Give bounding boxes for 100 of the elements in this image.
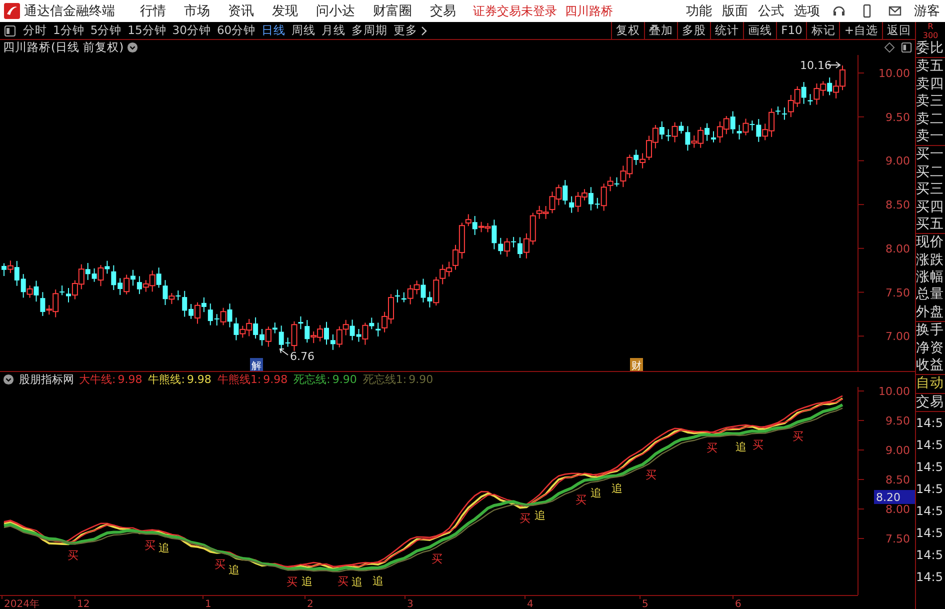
- legend-label: 死忘线:: [294, 372, 330, 387]
- time-axis-label: 3: [407, 599, 414, 609]
- toolbar-button[interactable]: F10: [776, 22, 806, 39]
- period-tab[interactable]: 月线: [322, 23, 346, 38]
- chase-signal-label: 追: [534, 509, 546, 522]
- period-tab[interactable]: 60分钟: [216, 23, 256, 38]
- quote-label: 收益: [916, 357, 945, 374]
- chevron-right-icon[interactable]: [420, 26, 427, 36]
- menu-item[interactable]: 选项: [794, 2, 820, 20]
- low-price-annotation: 6.76: [279, 348, 314, 363]
- toolbar-button[interactable]: 多股: [677, 22, 710, 39]
- chase-signal-label: 追: [736, 440, 746, 454]
- period-tab[interactable]: 5分钟: [90, 23, 122, 38]
- trade-tab[interactable]: 交易: [916, 394, 945, 412]
- indicator-axis-label: 7.50: [886, 532, 910, 546]
- quote-label: 涨跌: [916, 252, 945, 270]
- menu-item[interactable]: 财富圈: [373, 2, 412, 20]
- time-axis-label: 4: [527, 599, 534, 609]
- trade-time: 14:5: [916, 547, 944, 564]
- price-axis-label: 8.00: [886, 242, 910, 256]
- indicator-axis-label: 9.50: [886, 414, 910, 428]
- period-tab[interactable]: 分时: [23, 23, 47, 38]
- login-status[interactable]: 证券交易未登录: [473, 2, 557, 20]
- quote-label: 买二: [916, 164, 945, 182]
- more-button[interactable]: 更多: [394, 23, 418, 38]
- chase-signal-label: 追: [590, 486, 602, 500]
- trade-time: 14:5: [916, 415, 944, 432]
- legend-value: 9.98: [186, 373, 212, 386]
- buy-signal-label: 买: [752, 438, 764, 452]
- buy-signal-label: 买: [706, 442, 718, 455]
- indicator-axis-label: 8.00: [886, 503, 910, 516]
- cursor-value-label: 8.20: [874, 490, 915, 504]
- panel-toggle-icon[interactable]: [4, 24, 16, 36]
- quote-label: 总量: [916, 286, 945, 304]
- toolbar-button[interactable]: 返回: [882, 22, 915, 39]
- toolbar-button[interactable]: 标记: [806, 22, 840, 39]
- period-tab[interactable]: 1分钟: [53, 23, 84, 38]
- indicator-axis-label: 9.00: [886, 444, 910, 457]
- stock-name: 四川路桥: [565, 2, 613, 20]
- quote-label: 买五: [916, 216, 945, 234]
- trade-time: 14:5: [916, 525, 944, 542]
- high-price-annotation: 10.16: [800, 59, 841, 72]
- quote-label: 涨幅: [916, 269, 945, 286]
- price-axis-label: 8.50: [886, 198, 910, 212]
- quote-label: 买四: [916, 198, 945, 216]
- chase-signal-label: 追: [352, 576, 362, 589]
- trade-tab[interactable]: 自动: [916, 375, 945, 394]
- buy-signal-label: 买: [576, 494, 586, 507]
- period-tab[interactable]: 日线: [262, 23, 286, 38]
- menu-item[interactable]: 问小达: [316, 2, 355, 20]
- time-axis-label: 2024年: [4, 599, 40, 609]
- quote-label: 现价: [916, 234, 945, 252]
- toolbar-button[interactable]: +自选: [839, 22, 882, 39]
- toolbar-button[interactable]: 叠加: [644, 22, 678, 39]
- toolbar-button[interactable]: 统计: [710, 22, 744, 39]
- user-label[interactable]: 游客: [914, 2, 940, 20]
- menu-item[interactable]: 功能: [686, 2, 712, 20]
- panel-toggle-icon[interactable]: [901, 42, 912, 53]
- quote-label: 卖三: [916, 93, 945, 111]
- trade-time: 14:5: [916, 569, 944, 586]
- period-tab[interactable]: 15分钟: [128, 23, 166, 38]
- price-axis-label: 7.50: [886, 286, 910, 300]
- time-axis-label: 6: [735, 599, 742, 609]
- dropdown-icon[interactable]: [126, 42, 138, 53]
- period-tab[interactable]: 多周期: [352, 23, 388, 38]
- chase-signal-label: 追: [228, 563, 240, 576]
- diamond-icon[interactable]: [884, 42, 895, 53]
- price-axis-label: 10.00: [878, 67, 910, 80]
- toolbar-button[interactable]: 复权: [611, 22, 644, 39]
- menu-item[interactable]: 交易: [430, 2, 456, 20]
- quote-label: 外盘: [916, 304, 945, 322]
- trade-time: 14:5: [916, 437, 944, 454]
- quote-label: 卖四: [916, 76, 945, 94]
- menu-item[interactable]: 发现: [272, 2, 298, 20]
- buy-signal-label: 买: [144, 539, 156, 552]
- menu-item[interactable]: 版面: [722, 2, 748, 20]
- buy-signal-label: 买: [646, 468, 656, 482]
- trade-time: 14:5: [916, 503, 944, 520]
- buy-signal-label: 买: [338, 575, 348, 588]
- period-tab[interactable]: 周线: [292, 23, 316, 38]
- quote-label: 卖五: [916, 58, 945, 76]
- headset-icon[interactable]: [832, 4, 846, 18]
- menu-item[interactable]: 公式: [758, 2, 784, 20]
- mail-icon[interactable]: [888, 4, 902, 18]
- buy-signal-label: 买: [68, 549, 78, 562]
- price-axis-label: 9.00: [886, 154, 910, 168]
- quote-label: 买一: [916, 146, 945, 164]
- quote-label: 卖二: [916, 110, 945, 128]
- time-axis-label: 2: [307, 599, 314, 609]
- period-tab[interactable]: 30分钟: [172, 23, 211, 38]
- toolbar-button[interactable]: 画线: [743, 22, 776, 39]
- menu-item[interactable]: 行情: [140, 2, 166, 20]
- quote-label: 买三: [916, 181, 945, 199]
- dropdown-icon[interactable]: [3, 374, 14, 385]
- buy-signal-label: 买: [520, 512, 530, 526]
- indicator-name: 股朋指标网: [19, 372, 74, 387]
- buy-signal-label: 买: [286, 575, 298, 588]
- menu-item[interactable]: 资讯: [228, 2, 254, 20]
- menu-item[interactable]: 市场: [184, 2, 210, 20]
- event-marker[interactable]: 解: [250, 358, 263, 372]
